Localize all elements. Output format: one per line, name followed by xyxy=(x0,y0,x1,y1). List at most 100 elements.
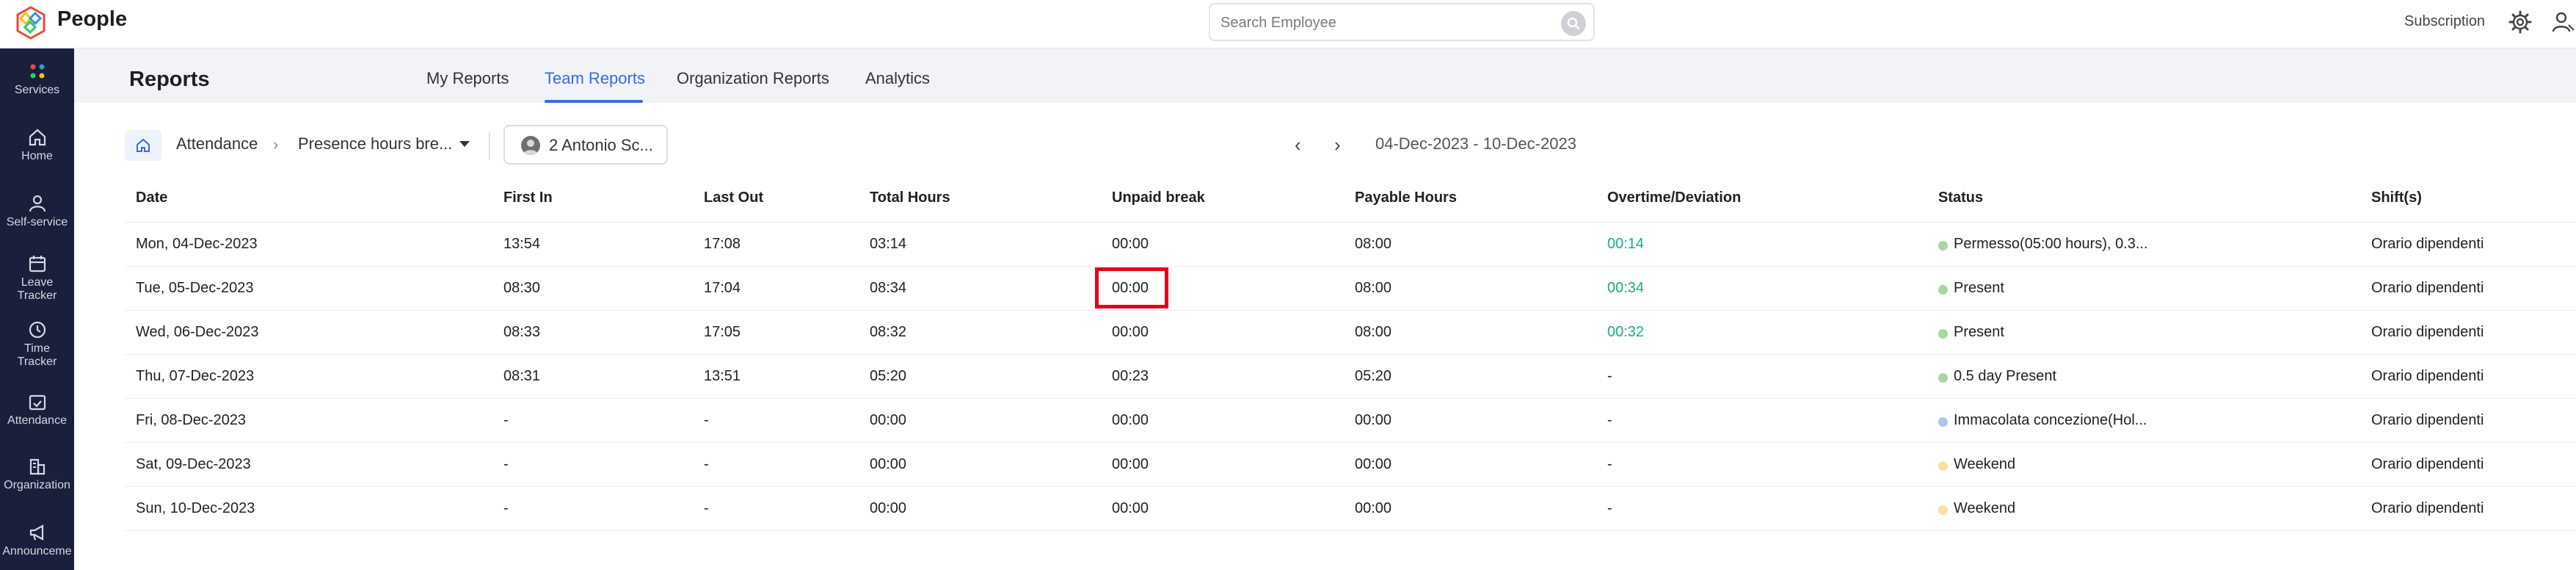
payable-hours-cell: 00:00 xyxy=(1355,500,1392,516)
column-header[interactable]: Overtime/Deviation xyxy=(1607,190,1741,206)
payable-hours-cell: 08:00 xyxy=(1355,280,1392,296)
table-row[interactable]: Thu, 07-Dec-2023 08:31 13:51 05:20 00:23 05:2… xyxy=(125,355,2576,399)
unpaid-break-cell: 00:00 xyxy=(1112,412,1149,428)
overtime-cell: - xyxy=(1607,500,1612,516)
person-icon xyxy=(29,195,46,212)
column-header[interactable]: Payable Hours xyxy=(1355,190,1457,206)
overtime-cell: 00:34 xyxy=(1607,280,1645,296)
sidebar-label: Attendance xyxy=(7,414,67,427)
table-row[interactable]: Tue, 05-Dec-2023 08:30 17:04 08:34 00:00 08:0… xyxy=(125,267,2576,311)
last-out-cell: - xyxy=(704,412,709,428)
sidebar-item-leave-tracker[interactable]: Leave Tracker xyxy=(0,254,74,303)
next-week-button[interactable]: › xyxy=(1334,134,1341,156)
column-header[interactable]: Shift(s) xyxy=(2371,190,2422,206)
sidebar-label: Services xyxy=(14,84,60,96)
sidebar-label: Leave Tracker xyxy=(17,276,57,302)
column-header[interactable]: Total Hours xyxy=(870,190,950,206)
status-cell: Immacolata concezione(Hol... xyxy=(1954,412,2147,428)
sidebar-item-services[interactable]: Services xyxy=(0,62,74,97)
column-header[interactable]: Unpaid break xyxy=(1112,190,1205,206)
home-icon xyxy=(137,138,150,152)
previous-week-button[interactable]: ‹ xyxy=(1295,134,1301,156)
total-hours-cell: 08:34 xyxy=(870,280,907,296)
overtime-cell: 00:32 xyxy=(1607,324,1645,340)
sidebar: Services Home Self-service Leave Tracker… xyxy=(0,48,74,570)
table-row[interactable]: Fri, 08-Dec-2023 - - 00:00 00:00 00:00 - Immaco… xyxy=(125,399,2576,443)
date-cell: Wed, 06-Dec-2023 xyxy=(136,324,259,340)
shift-cell: Orario dipendenti xyxy=(2371,456,2484,472)
clock-icon xyxy=(29,321,46,339)
sidebar-label: Announceme xyxy=(2,545,72,558)
shift-cell: Orario dipendenti xyxy=(2371,324,2484,340)
column-header[interactable]: Last Out xyxy=(704,190,763,206)
first-in-cell: - xyxy=(503,412,509,428)
status-cell: Weekend xyxy=(1954,456,2016,472)
unpaid-break-cell: 00:23 xyxy=(1112,368,1149,384)
search-box[interactable] xyxy=(1209,3,1595,41)
gear-icon[interactable] xyxy=(2508,10,2532,34)
employee-filter-label: 2 Antonio Sc... xyxy=(549,136,653,154)
last-out-cell: 17:04 xyxy=(704,280,741,296)
total-hours-cell: 08:32 xyxy=(870,324,907,340)
total-hours-cell: 00:00 xyxy=(870,412,907,428)
shift-cell: Orario dipendenti xyxy=(2371,280,2484,296)
sidebar-item-announcements[interactable]: Announceme xyxy=(0,523,74,558)
unpaid-break-cell: 00:00 xyxy=(1112,236,1149,252)
sidebar-item-self-service[interactable]: Self-service xyxy=(0,194,74,229)
breadcrumb-home-button[interactable] xyxy=(125,130,161,161)
sidebar-label: Time Tracker xyxy=(17,342,57,368)
payable-hours-cell: 08:00 xyxy=(1355,324,1392,340)
date-cell: Fri, 08-Dec-2023 xyxy=(136,412,247,428)
status-dot-icon xyxy=(1938,505,1948,515)
date-range-label: 04-Dec-2023 - 10-Dec-2023 xyxy=(1375,134,1576,153)
report-selector[interactable]: Presence hours bre... xyxy=(298,134,452,154)
payable-hours-cell: 05:20 xyxy=(1355,368,1392,384)
sidebar-item-organization[interactable]: Organization xyxy=(0,457,74,492)
status-cell: Permesso(05:00 hours), 0.3... xyxy=(1954,236,2148,252)
table-row[interactable]: Mon, 04-Dec-2023 13:54 17:08 03:14 00:00 08:0… xyxy=(125,223,2576,267)
sidebar-item-home[interactable]: Home xyxy=(0,128,74,163)
date-cell: Tue, 05-Dec-2023 xyxy=(136,280,254,296)
search-button[interactable] xyxy=(1561,11,1586,36)
sidebar-item-time-tracker[interactable]: Time Tracker xyxy=(0,320,74,369)
column-header[interactable]: First In xyxy=(503,190,553,206)
overtime-cell: 00:14 xyxy=(1607,236,1645,252)
chevron-down-icon[interactable] xyxy=(459,141,470,147)
table-row[interactable]: Sat, 09-Dec-2023 - - 00:00 00:00 00:00 - Weeken… xyxy=(125,443,2576,487)
column-header[interactable]: Status xyxy=(1938,190,1983,206)
column-header[interactable]: Date xyxy=(136,190,167,206)
tab-my-reports[interactable]: My Reports xyxy=(426,69,509,88)
tab-team-reports[interactable]: Team Reports xyxy=(545,69,645,88)
sidebar-item-attendance[interactable]: Attendance xyxy=(0,392,74,428)
payable-hours-cell: 00:00 xyxy=(1355,412,1392,428)
payable-hours-cell: 00:00 xyxy=(1355,456,1392,472)
status-cell: 0.5 day Present xyxy=(1954,368,2057,384)
subscription-link[interactable]: Subscription xyxy=(2404,13,2485,30)
status-dot-icon xyxy=(1938,285,1948,295)
tab-analytics[interactable]: Analytics xyxy=(865,69,930,88)
app-logo-icon[interactable] xyxy=(12,4,50,43)
calendar-icon xyxy=(29,256,46,273)
breadcrumb-attendance[interactable]: Attendance xyxy=(176,134,258,154)
last-out-cell: 17:05 xyxy=(704,324,741,340)
first-in-cell: - xyxy=(503,456,509,472)
table-row[interactable]: Sun, 10-Dec-2023 - - 00:00 00:00 00:00 - Weeken… xyxy=(125,487,2576,531)
last-out-cell: - xyxy=(704,456,709,472)
shift-cell: Orario dipendenti xyxy=(2371,500,2484,516)
search-input[interactable] xyxy=(1220,13,1543,32)
first-in-cell: - xyxy=(503,500,509,516)
search-icon xyxy=(1567,17,1580,30)
payable-hours-cell: 08:00 xyxy=(1355,236,1392,252)
date-cell: Sat, 09-Dec-2023 xyxy=(136,456,251,472)
status-dot-icon xyxy=(1938,373,1948,383)
status-dot-icon xyxy=(1938,329,1948,339)
unpaid-break-cell: 00:00 xyxy=(1112,500,1149,516)
tab-organization-reports[interactable]: Organization Reports xyxy=(677,69,829,88)
first-in-cell: 08:31 xyxy=(503,368,541,384)
status-cell: Weekend xyxy=(1954,500,2016,516)
user-profile-icon[interactable] xyxy=(2551,10,2575,34)
employee-filter-button[interactable]: 2 Antonio Sc... xyxy=(503,125,668,165)
status-cell: Present xyxy=(1954,280,2004,296)
table-row[interactable]: Wed, 06-Dec-2023 08:33 17:05 08:32 00:00 08:0… xyxy=(125,311,2576,355)
services-grid-icon xyxy=(30,64,44,79)
